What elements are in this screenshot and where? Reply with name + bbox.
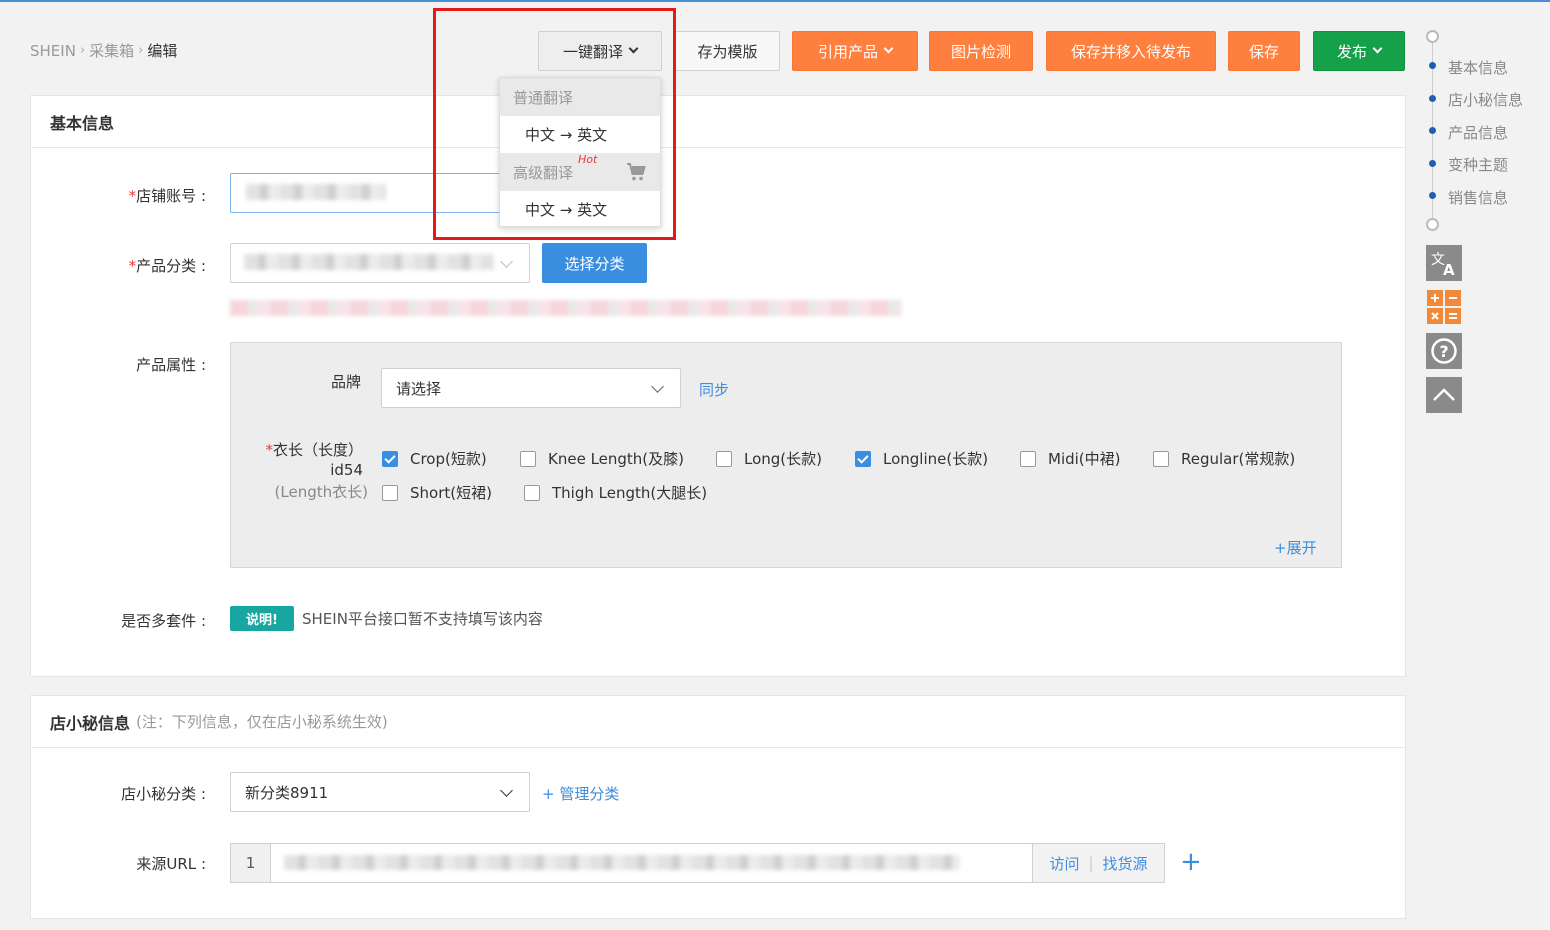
menu-item-advanced-zh-en[interactable]: 中文 → 英文 [500, 191, 660, 228]
checkbox-box [382, 484, 398, 501]
blurred-store-account [246, 184, 386, 200]
menu-group-advanced-translate[interactable]: 高级翻译 Hot [500, 153, 660, 191]
chevron-down-icon [628, 43, 639, 54]
publish-button[interactable]: 发布 [1313, 31, 1405, 71]
blurred-category [244, 254, 494, 270]
translate-button-label: 一键翻译 [562, 42, 623, 61]
basic-info-header: 基本信息 [31, 96, 1405, 148]
svg-text:?: ? [1439, 342, 1448, 361]
translate-icon[interactable]: 文A [1426, 245, 1462, 281]
checkbox-box [524, 484, 540, 501]
advanced-translate-label: 高级翻译 [513, 163, 574, 182]
quote-product-button[interactable]: 引用产品 [792, 31, 918, 71]
save-and-move-button[interactable]: 保存并移入待发布 [1046, 31, 1216, 71]
chevron-right-icon: › [138, 43, 144, 58]
select-category-button[interactable]: 选择分类 [542, 243, 647, 283]
checkbox-thigh-length[interactable]: Thigh Length(大腿长) [524, 482, 707, 503]
add-url-icon[interactable]: + [1180, 847, 1202, 877]
source-url-index: 1 [230, 843, 271, 883]
chevron-down-icon [1372, 43, 1383, 54]
chevron-down-icon [500, 255, 513, 268]
side-nav-dot [1429, 62, 1436, 69]
blurred-source-url [284, 855, 960, 870]
checkbox-midi[interactable]: Midi(中裙) [1020, 448, 1121, 469]
image-check-button[interactable]: 图片检测 [929, 31, 1033, 71]
publish-button-label: 发布 [1336, 42, 1367, 61]
side-nav-start-ring [1426, 30, 1439, 43]
menu-group-normal-translate: 普通翻译 [500, 78, 660, 116]
length-attribute-label: *衣长（长度） id54 [265, 441, 363, 479]
brand-select-value: 请选择 [396, 379, 442, 398]
side-nav-dot [1429, 95, 1436, 102]
save-button[interactable]: 保存 [1228, 31, 1300, 71]
store-account-label: *店铺账号 : [128, 187, 206, 205]
breadcrumb: SHEIN › 采集箱 › 编辑 [30, 40, 177, 61]
side-nav-dot [1429, 192, 1436, 199]
side-nav-dot [1429, 127, 1436, 134]
checkbox-box [520, 450, 536, 467]
save-template-button[interactable]: 存为模版 [675, 31, 780, 71]
checkbox-box [855, 450, 871, 467]
source-url-actions: 访问 | 找货源 [1032, 843, 1165, 883]
checkbox-box [382, 450, 398, 467]
side-nav-end-ring [1426, 218, 1439, 231]
expand-link[interactable]: +展开 [1274, 537, 1317, 558]
help-icon[interactable]: ? [1426, 333, 1462, 369]
notice-badge: 说明! [230, 606, 294, 631]
category-label: *产品分类 : [128, 257, 206, 275]
dxm-info-header: 店小秘信息 (注：下列信息，仅在店小秘系统生效) [31, 696, 1405, 748]
chevron-right-icon: › [79, 43, 86, 58]
length-attribute-sublabel: (Length衣长) [274, 483, 368, 501]
breadcrumb-current: 编辑 [147, 42, 178, 60]
side-nav-sales-info[interactable]: 销售信息 [1448, 187, 1508, 208]
checkbox-longline[interactable]: Longline(长款) [855, 448, 988, 469]
breadcrumb-root[interactable]: SHEIN [30, 42, 76, 60]
translate-button[interactable]: 一键翻译 [538, 31, 662, 71]
checkbox-box [1153, 450, 1169, 467]
checkbox-box [1020, 450, 1036, 467]
attributes-label: 产品属性 : [136, 356, 206, 374]
dxm-category-label: 店小秘分类 : [121, 785, 206, 803]
calculator-icon[interactable] [1426, 289, 1462, 325]
side-nav-basic-info[interactable]: 基本信息 [1448, 57, 1508, 78]
blurred-category-path [230, 300, 902, 316]
menu-item-normal-zh-en[interactable]: 中文 → 英文 [500, 116, 660, 153]
top-accent-line [0, 0, 1550, 2]
side-nav-dxm-info[interactable]: 店小秘信息 [1448, 89, 1523, 110]
dxm-category-select[interactable]: 新分类8911 [230, 772, 530, 812]
visit-button[interactable]: 访问 [1049, 853, 1079, 874]
multi-set-label: 是否多套件 : [121, 612, 206, 630]
notice-text: SHEIN平台接口暂不支持填写该内容 [302, 610, 543, 628]
breadcrumb-collect-box[interactable]: 采集箱 [89, 40, 134, 61]
find-source-button[interactable]: 找货源 [1103, 853, 1148, 874]
checkbox-box [716, 450, 732, 467]
chevron-down-icon [651, 380, 664, 393]
sync-link[interactable]: 同步 [699, 379, 729, 400]
quote-product-label: 引用产品 [817, 42, 878, 61]
chevron-down-icon [883, 43, 894, 54]
translate-dropdown-menu: 普通翻译 中文 → 英文 高级翻译 Hot 中文 → 英文 [499, 77, 661, 227]
checkbox-long[interactable]: Long(长款) [716, 448, 822, 469]
checkbox-crop[interactable]: Crop(短款) [382, 448, 487, 469]
checkbox-regular[interactable]: Regular(常规款) [1153, 448, 1295, 469]
checkbox-short[interactable]: Short(短裙) [382, 482, 492, 503]
back-to-top-icon[interactable] [1426, 377, 1462, 413]
brand-label: 品牌 [331, 373, 362, 391]
side-nav-dot [1429, 160, 1436, 167]
chevron-down-icon [500, 784, 513, 797]
dxm-info-note: (注：下列信息，仅在店小秘系统生效) [136, 713, 388, 731]
manage-category-link[interactable]: + 管理分类 [542, 783, 619, 804]
source-url-label: 来源URL : [136, 855, 206, 873]
hot-badge: Hot [578, 153, 598, 166]
side-nav-product-info[interactable]: 产品信息 [1448, 122, 1508, 143]
checkbox-knee-length[interactable]: Knee Length(及膝) [520, 448, 684, 469]
shopping-cart-icon[interactable] [626, 163, 646, 185]
brand-select[interactable]: 请选择 [381, 368, 681, 408]
side-nav-variant-theme[interactable]: 变种主题 [1448, 154, 1508, 175]
divider: | [1088, 854, 1094, 872]
svg-text:A: A [1443, 261, 1455, 278]
dxm-category-value: 新分类8911 [245, 783, 329, 802]
